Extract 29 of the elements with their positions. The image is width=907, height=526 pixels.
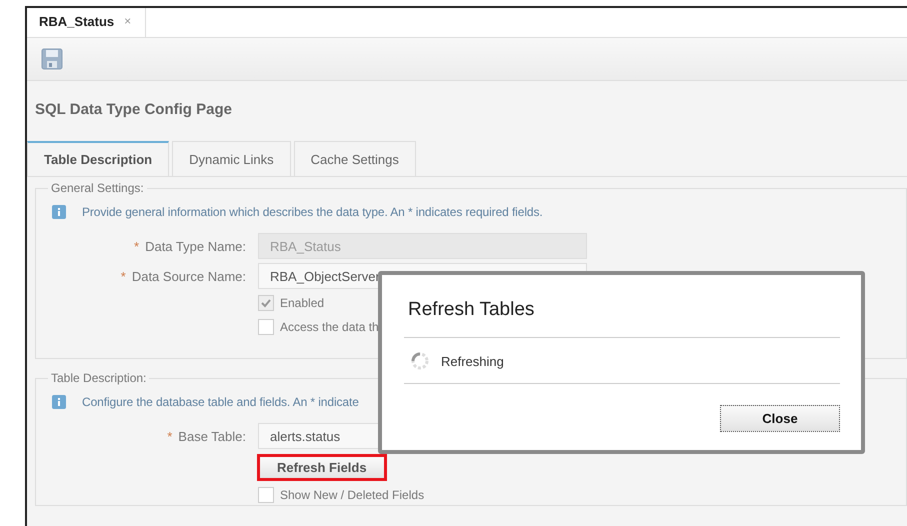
checkbox-label: Access the data th bbox=[280, 320, 379, 334]
field-label: Base Table: bbox=[178, 428, 246, 444]
save-icon[interactable] bbox=[41, 48, 63, 70]
status-text: Refreshing bbox=[441, 354, 504, 368]
checkbox-label: Show New / Deleted Fields bbox=[280, 488, 424, 502]
field-label: Data Source Name: bbox=[132, 268, 246, 284]
spinner-icon bbox=[411, 352, 429, 370]
checkbox[interactable] bbox=[258, 319, 274, 335]
close-button[interactable]: Close bbox=[720, 405, 840, 432]
info-icon bbox=[52, 205, 66, 219]
info-icon bbox=[52, 395, 66, 409]
checkbox[interactable] bbox=[258, 487, 274, 503]
required-mark: * bbox=[120, 268, 126, 284]
group-legend: General Settings: bbox=[48, 181, 147, 195]
page-title: SQL Data Type Config Page bbox=[34, 100, 233, 120]
group-legend: Table Description: bbox=[48, 371, 150, 385]
info-text: Provide general information which describes the data type. An * indicates required fields. bbox=[82, 205, 543, 219]
field-label: Data Type Name: bbox=[145, 238, 246, 254]
refresh-fields-button[interactable]: Refresh Fields bbox=[257, 454, 387, 481]
required-mark: * bbox=[167, 428, 172, 444]
document-tab-label: RBA_Status bbox=[39, 14, 114, 29]
checkbox-label: Enabled bbox=[280, 296, 324, 310]
dialog-title: Refresh Tables bbox=[404, 275, 840, 338]
tab[interactable]: Dynamic Links bbox=[172, 141, 291, 176]
tab[interactable]: Table Description bbox=[27, 141, 170, 176]
check-icon bbox=[260, 297, 272, 309]
required-mark: * bbox=[134, 238, 140, 254]
info-text: Configure the database table and fields. An * indicate bbox=[82, 395, 359, 409]
tab[interactable]: Cache Settings bbox=[294, 141, 416, 176]
